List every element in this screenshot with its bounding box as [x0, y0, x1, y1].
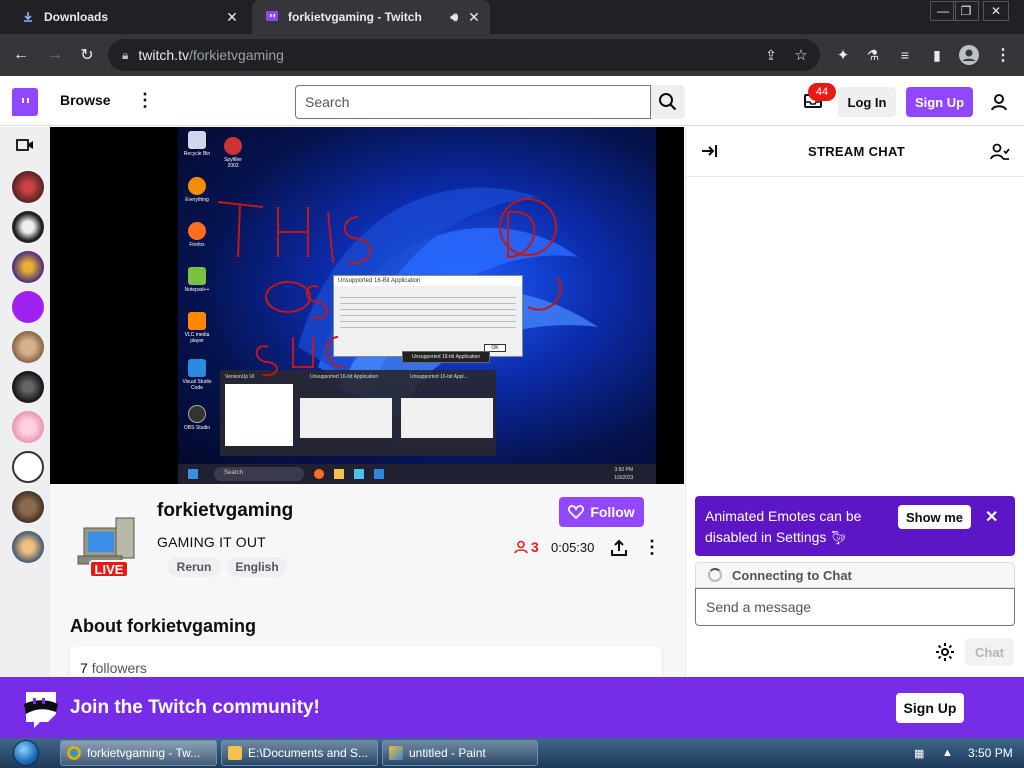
- channel-avatar[interactable]: [12, 531, 44, 563]
- download-icon: [20, 9, 36, 25]
- video-player[interactable]: Recycle Bin Spyfiller 2003 Everything Fi…: [50, 127, 684, 484]
- url-path: /forkietvgaming: [188, 47, 284, 63]
- search-button[interactable]: [651, 85, 685, 119]
- keyboard-icon[interactable]: ▦: [914, 747, 924, 760]
- banner-signup-button[interactable]: Sign Up: [896, 693, 964, 723]
- reload-icon[interactable]: ↻: [76, 44, 98, 66]
- notification-count-badge: 44: [808, 83, 836, 101]
- restore-icon[interactable]: ❐: [953, 1, 979, 21]
- promo-text: Animated Emotes can be disabled in Setti…: [705, 508, 862, 545]
- stream-title: GAMING IT OUT: [157, 534, 266, 550]
- close-tab-icon[interactable]: ✕: [464, 9, 484, 26]
- channel-avatar[interactable]: [12, 411, 44, 443]
- system-clock[interactable]: 3:50 PM: [968, 746, 1013, 760]
- heart-icon: [568, 505, 585, 519]
- tab-title: forkietvgaming - Twitch: [288, 10, 422, 24]
- profile-avatar-icon[interactable]: [958, 44, 980, 66]
- channel-avatar[interactable]: [12, 331, 44, 363]
- close-promo-icon[interactable]: ✕: [985, 507, 998, 527]
- viewer-count: 3: [514, 539, 539, 555]
- chat-message-input[interactable]: Send a message: [695, 588, 1015, 626]
- share-icon[interactable]: [610, 539, 630, 559]
- desktop-icon: OBS Studio: [182, 405, 212, 431]
- windows-orb-icon: [13, 740, 39, 766]
- login-button[interactable]: Log In: [838, 87, 896, 117]
- twitch-logo-icon[interactable]: [12, 88, 38, 116]
- task-switcher: VersionUp UI Unsupported 16-bit Applicat…: [220, 370, 496, 456]
- close-tab-icon[interactable]: ✕: [222, 9, 242, 26]
- paint-icon: [389, 746, 403, 760]
- tab-title: Downloads: [44, 10, 109, 24]
- glitch-mascot-icon: [20, 688, 60, 728]
- channel-avatar[interactable]: [12, 251, 44, 283]
- join-banner-text: Join the Twitch community!: [70, 697, 320, 718]
- back-icon[interactable]: ←: [10, 44, 32, 66]
- forward-icon[interactable]: →: [44, 44, 66, 66]
- community-icon[interactable]: [990, 142, 1010, 162]
- viewer-icon: [514, 540, 528, 554]
- lock-icon: 🔒︎: [122, 47, 129, 62]
- labs-flask-icon[interactable]: ⚗: [862, 44, 884, 66]
- speaker-icon[interactable]: 🔊︎: [450, 10, 458, 25]
- taskbar-item-chrome[interactable]: forkietvgaming - Tw...: [60, 740, 217, 766]
- share-page-icon[interactable]: ⇪: [760, 44, 782, 66]
- chat-title: STREAM CHAT: [808, 144, 905, 159]
- folder-icon: [228, 746, 242, 760]
- chat-settings-gear-icon[interactable]: [935, 642, 955, 662]
- taskbar-item-explorer[interactable]: E:\Documents and S...: [221, 740, 378, 766]
- side-panel-icon[interactable]: ▮: [926, 44, 948, 66]
- address-bar[interactable]: 🔒︎ twitch.tv/forkietvgaming: [108, 39, 820, 71]
- emote-icon: 🦤︎: [830, 530, 847, 545]
- more-options-icon[interactable]: ⋮: [136, 90, 154, 111]
- channel-avatar[interactable]: [12, 451, 44, 483]
- channel-avatar[interactable]: [12, 211, 44, 243]
- chat-send-button[interactable]: Chat: [965, 638, 1014, 666]
- tab-downloads[interactable]: Downloads ✕: [8, 0, 248, 34]
- follow-label: Follow: [590, 504, 635, 520]
- followed-channels-icon[interactable]: [16, 138, 36, 154]
- desktop-icon: Spyfiller 2003: [218, 137, 248, 169]
- channel-avatar[interactable]: [12, 171, 44, 203]
- tray-expand-icon[interactable]: ▲: [942, 747, 953, 759]
- signup-button[interactable]: Sign Up: [906, 87, 973, 117]
- stream-uptime: 0:05:30: [551, 540, 595, 555]
- start-button[interactable]: [6, 739, 46, 767]
- url-domain: twitch.tv: [138, 47, 189, 63]
- spinner-icon: [708, 568, 722, 582]
- chrome-icon: [67, 746, 81, 760]
- desktop-icon: Recycle Bin: [182, 131, 212, 157]
- red-scribble: [217, 198, 562, 377]
- browse-link[interactable]: Browse: [60, 92, 111, 108]
- follower-count: 7 followers: [80, 660, 147, 676]
- stream-taskbar: Search 3:50 PM 1/3/2023: [178, 464, 656, 484]
- tag-rerun[interactable]: Rerun: [167, 557, 221, 577]
- channel-name[interactable]: forkietvgaming: [157, 500, 293, 522]
- stream-desktop-frame: Recycle Bin Spyfiller 2003 Everything Fi…: [178, 127, 656, 484]
- twitch-icon: [264, 9, 280, 25]
- bookmark-star-icon[interactable]: ☆: [790, 44, 812, 66]
- channel-more-icon[interactable]: ⋮: [643, 537, 661, 558]
- search-input[interactable]: Search: [295, 85, 651, 119]
- user-menu-icon[interactable]: [988, 91, 1010, 113]
- browser-menu-icon[interactable]: ⋮: [992, 44, 1014, 66]
- channel-avatar[interactable]: [12, 291, 44, 323]
- media-queue-icon[interactable]: ≡: [894, 44, 916, 66]
- close-window-icon[interactable]: ✕: [983, 1, 1009, 21]
- collapse-chat-icon[interactable]: [700, 143, 718, 164]
- tab-twitch[interactable]: forkietvgaming - Twitch 🔊︎ ✕: [252, 0, 490, 34]
- taskbar-item-paint[interactable]: untitled - Paint: [382, 740, 538, 766]
- search-icon: [659, 93, 677, 111]
- live-badge: LIVE: [89, 560, 129, 578]
- follow-button[interactable]: Follow: [559, 497, 644, 527]
- channel-avatar[interactable]: [12, 491, 44, 523]
- tag-english[interactable]: English: [227, 557, 287, 577]
- connecting-status: Connecting to Chat: [695, 562, 1015, 588]
- about-heading: About forkietvgaming: [70, 616, 257, 636]
- channel-avatar[interactable]: [12, 371, 44, 403]
- show-me-button[interactable]: Show me: [898, 505, 971, 529]
- extensions-icon[interactable]: ✦: [832, 44, 854, 66]
